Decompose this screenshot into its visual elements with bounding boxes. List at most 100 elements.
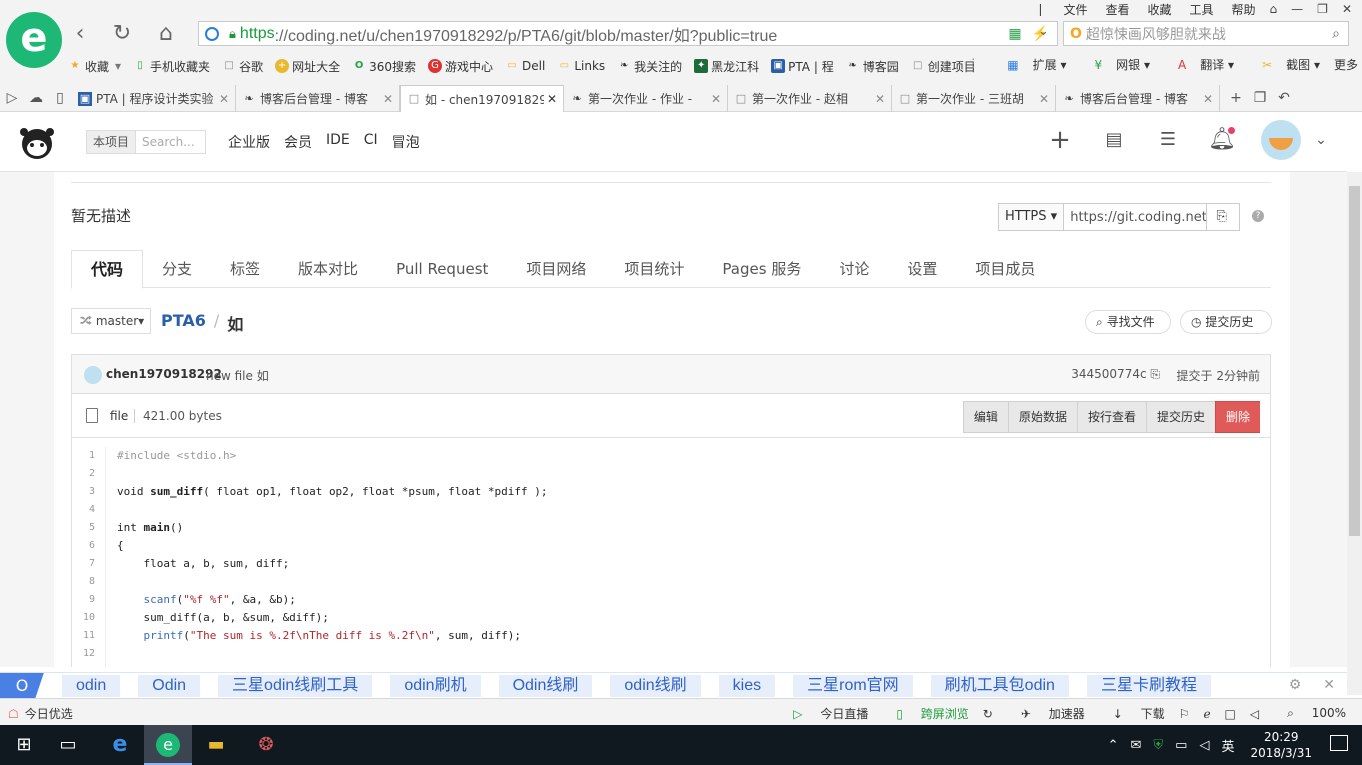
cross-screen-button[interactable]: ▯ 跨屏浏览 <box>882 705 968 722</box>
copy-icon[interactable]: ⎘ <box>1150 367 1160 381</box>
raw-button[interactable]: 原始数据 <box>1007 401 1077 433</box>
suggestion-chip[interactable]: odin <box>62 674 121 697</box>
commit-history-button[interactable]: ◷ 提交历史 <box>1180 310 1272 334</box>
search-logo-icon[interactable]: O <box>0 672 44 699</box>
menu-favorites[interactable]: 收藏 <box>1148 1 1172 18</box>
suggestion-chip[interactable]: 三星rom官网 <box>793 674 913 697</box>
more-button[interactable]: 更多 <box>1334 56 1358 73</box>
screenshot-button[interactable]: ✂ 截图 ▾ <box>1248 56 1320 73</box>
blame-button[interactable]: 按行查看 <box>1076 401 1146 433</box>
suggestion-chip[interactable]: odin线刷 <box>610 674 701 697</box>
suggestion-chip[interactable]: Odin线刷 <box>498 674 593 697</box>
address-bar[interactable]: 🔒︎ https ://coding.net/u/chen1970918292/… <box>198 21 1058 46</box>
line-number[interactable]: 1 <box>72 447 106 465</box>
browser-tab[interactable]: □ 第一次作业 - 三班胡 ✕ <box>892 85 1056 112</box>
ie-icon[interactable]: ℯ <box>1203 707 1210 721</box>
site-info-icon[interactable] <box>205 26 219 41</box>
flag-icon[interactable]: ⚐ <box>1179 707 1190 721</box>
find-file-button[interactable]: ⌕ 寻找文件 <box>1085 310 1171 334</box>
menu-help[interactable]: 帮助 <box>1232 1 1256 18</box>
window-icon[interactable]: □ <box>1225 707 1236 721</box>
clock[interactable]: 20:29 2018/3/31 <box>1250 729 1312 761</box>
plus-icon[interactable]: + <box>1045 125 1075 155</box>
scrollbar-thumb[interactable] <box>1349 186 1360 536</box>
bookmark-item[interactable]: ▣ PTA | 程 <box>771 58 834 75</box>
folder-share-icon[interactable]: ▤ <box>1099 125 1129 155</box>
cloud-icon[interactable]: ☁ <box>24 84 48 112</box>
restore-icon[interactable]: ❐ <box>1317 2 1328 16</box>
line-number[interactable]: 13 <box>72 663 106 667</box>
zoom-level[interactable]: ⌕ 100% <box>1273 706 1346 721</box>
more-dots-icon[interactable]: ⋮ <box>967 56 979 73</box>
today-picks[interactable]: ☖ 今日优选 <box>8 705 73 722</box>
close-tab-icon[interactable]: ✕ <box>219 92 229 106</box>
browser-tab[interactable]: ▣ PTA | 程序设计类实验 ✕ <box>72 85 236 112</box>
avatar[interactable] <box>1261 120 1301 160</box>
tab-discuss[interactable]: 讨论 <box>820 250 888 288</box>
minimize-icon[interactable]: — <box>1291 2 1303 16</box>
refresh-status-icon[interactable]: ↻ <box>983 707 993 721</box>
accelerator-button[interactable]: ✈ 加速器 <box>1007 705 1085 722</box>
nav-ide[interactable]: IDE <box>326 132 350 152</box>
volume-icon[interactable]: ◁ <box>1250 707 1259 721</box>
copy-icon[interactable]: ⎘ <box>1206 204 1236 230</box>
delete-button[interactable]: 删除 <box>1214 401 1260 433</box>
live-button[interactable]: ▷ 今日直播 <box>779 705 868 722</box>
gear-icon[interactable]: ⚙ <box>1289 677 1302 693</box>
help-icon[interactable]: ? <box>1252 210 1264 222</box>
line-number[interactable]: 6 <box>72 537 106 555</box>
bookmark-item[interactable]: G 游戏中心 <box>428 58 493 75</box>
bookmark-item[interactable]: □ 谷歌 <box>222 58 263 75</box>
bookmark-item[interactable]: + 网址大全 <box>275 58 340 75</box>
close-window-icon[interactable]: ✕ <box>1342 2 1352 16</box>
tab-settings[interactable]: 设置 <box>888 250 956 288</box>
clone-url-field[interactable]: https://git.coding.net/ch <box>1064 210 1206 225</box>
back-icon[interactable]: ‹ <box>66 20 94 48</box>
browser-tab-active[interactable]: □ 如 - chen1970918292 ✕ <box>400 85 564 112</box>
line-number[interactable]: 2 <box>72 465 106 483</box>
line-number[interactable]: 3 <box>72 483 106 501</box>
branch-select[interactable]: 🔀︎ master▾ <box>71 308 151 334</box>
edge-icon[interactable]: e <box>96 725 144 765</box>
bookmark-item[interactable]: ▯ 手机收藏夹 <box>133 58 210 75</box>
home-icon[interactable]: ⌂ <box>152 20 180 48</box>
close-tab-icon[interactable]: ✕ <box>1039 92 1049 106</box>
search-box[interactable]: O 超惊悚画风够胆就来战 ⌕ <box>1063 21 1349 46</box>
bookmark-item[interactable]: ★ 收藏 ▾ <box>68 58 122 75</box>
code-viewer[interactable]: 1 #include <stdio.h> 2 3 void sum_diff( floa… <box>71 438 1271 667</box>
file-explorer-icon[interactable]: ▬ <box>192 725 240 765</box>
commit-hash[interactable]: 344500774c ⎘ <box>1071 367 1160 382</box>
battery-icon[interactable]: ▭ <box>1175 738 1187 753</box>
suggestion-chip[interactable]: Odin <box>138 674 201 697</box>
tab-pull-request[interactable]: Pull Request <box>377 250 507 288</box>
line-number[interactable]: 10 <box>72 609 106 627</box>
menu-tools[interactable]: 工具 <box>1190 1 1214 18</box>
suggestion-chip[interactable]: 刷机工具包odin <box>930 674 1069 697</box>
qr-icon[interactable]: ▦ <box>1008 25 1021 42</box>
notification-icon[interactable] <box>1330 735 1348 751</box>
project-search[interactable]: 本项目 Search... <box>86 130 206 154</box>
download-button[interactable]: ↓ 下载 <box>1099 705 1165 722</box>
close-tab-icon[interactable]: ✕ <box>383 92 393 106</box>
search-engine-icon[interactable]: O <box>1070 26 1082 42</box>
line-number[interactable]: 11 <box>72 627 106 645</box>
skin-icon[interactable]: ⌂ <box>1270 2 1278 16</box>
suggestion-chip[interactable]: odin刷机 <box>390 674 481 697</box>
line-number[interactable]: 5 <box>72 519 106 537</box>
tab-tags[interactable]: 标签 <box>211 250 279 288</box>
browser-taskbar-icon[interactable]: e <box>144 725 192 765</box>
tab-members[interactable]: 项目成员 <box>956 250 1054 288</box>
tab-network[interactable]: 项目网络 <box>507 250 605 288</box>
nav-ci[interactable]: CI <box>364 132 378 152</box>
task-view-icon[interactable]: ▭ <box>44 725 92 765</box>
coding-logo-icon[interactable] <box>14 124 60 160</box>
tab-code[interactable]: 代码 <box>71 250 144 289</box>
nav-enterprise[interactable]: 企业版 <box>228 132 270 152</box>
breadcrumb-repo[interactable]: PTA6 <box>161 311 206 335</box>
extensions-button[interactable]: ▦ 扩展 ▾ <box>993 56 1066 73</box>
browser-tab[interactable]: □ 第一次作业 - 赵相 ✕ <box>728 85 892 112</box>
suggestion-chip[interactable]: kies <box>718 674 776 697</box>
wifi-icon[interactable]: ✉ <box>1130 738 1141 753</box>
list-icon[interactable]: ☰ <box>1153 125 1183 155</box>
app-icon[interactable]: ❂ <box>242 725 290 765</box>
